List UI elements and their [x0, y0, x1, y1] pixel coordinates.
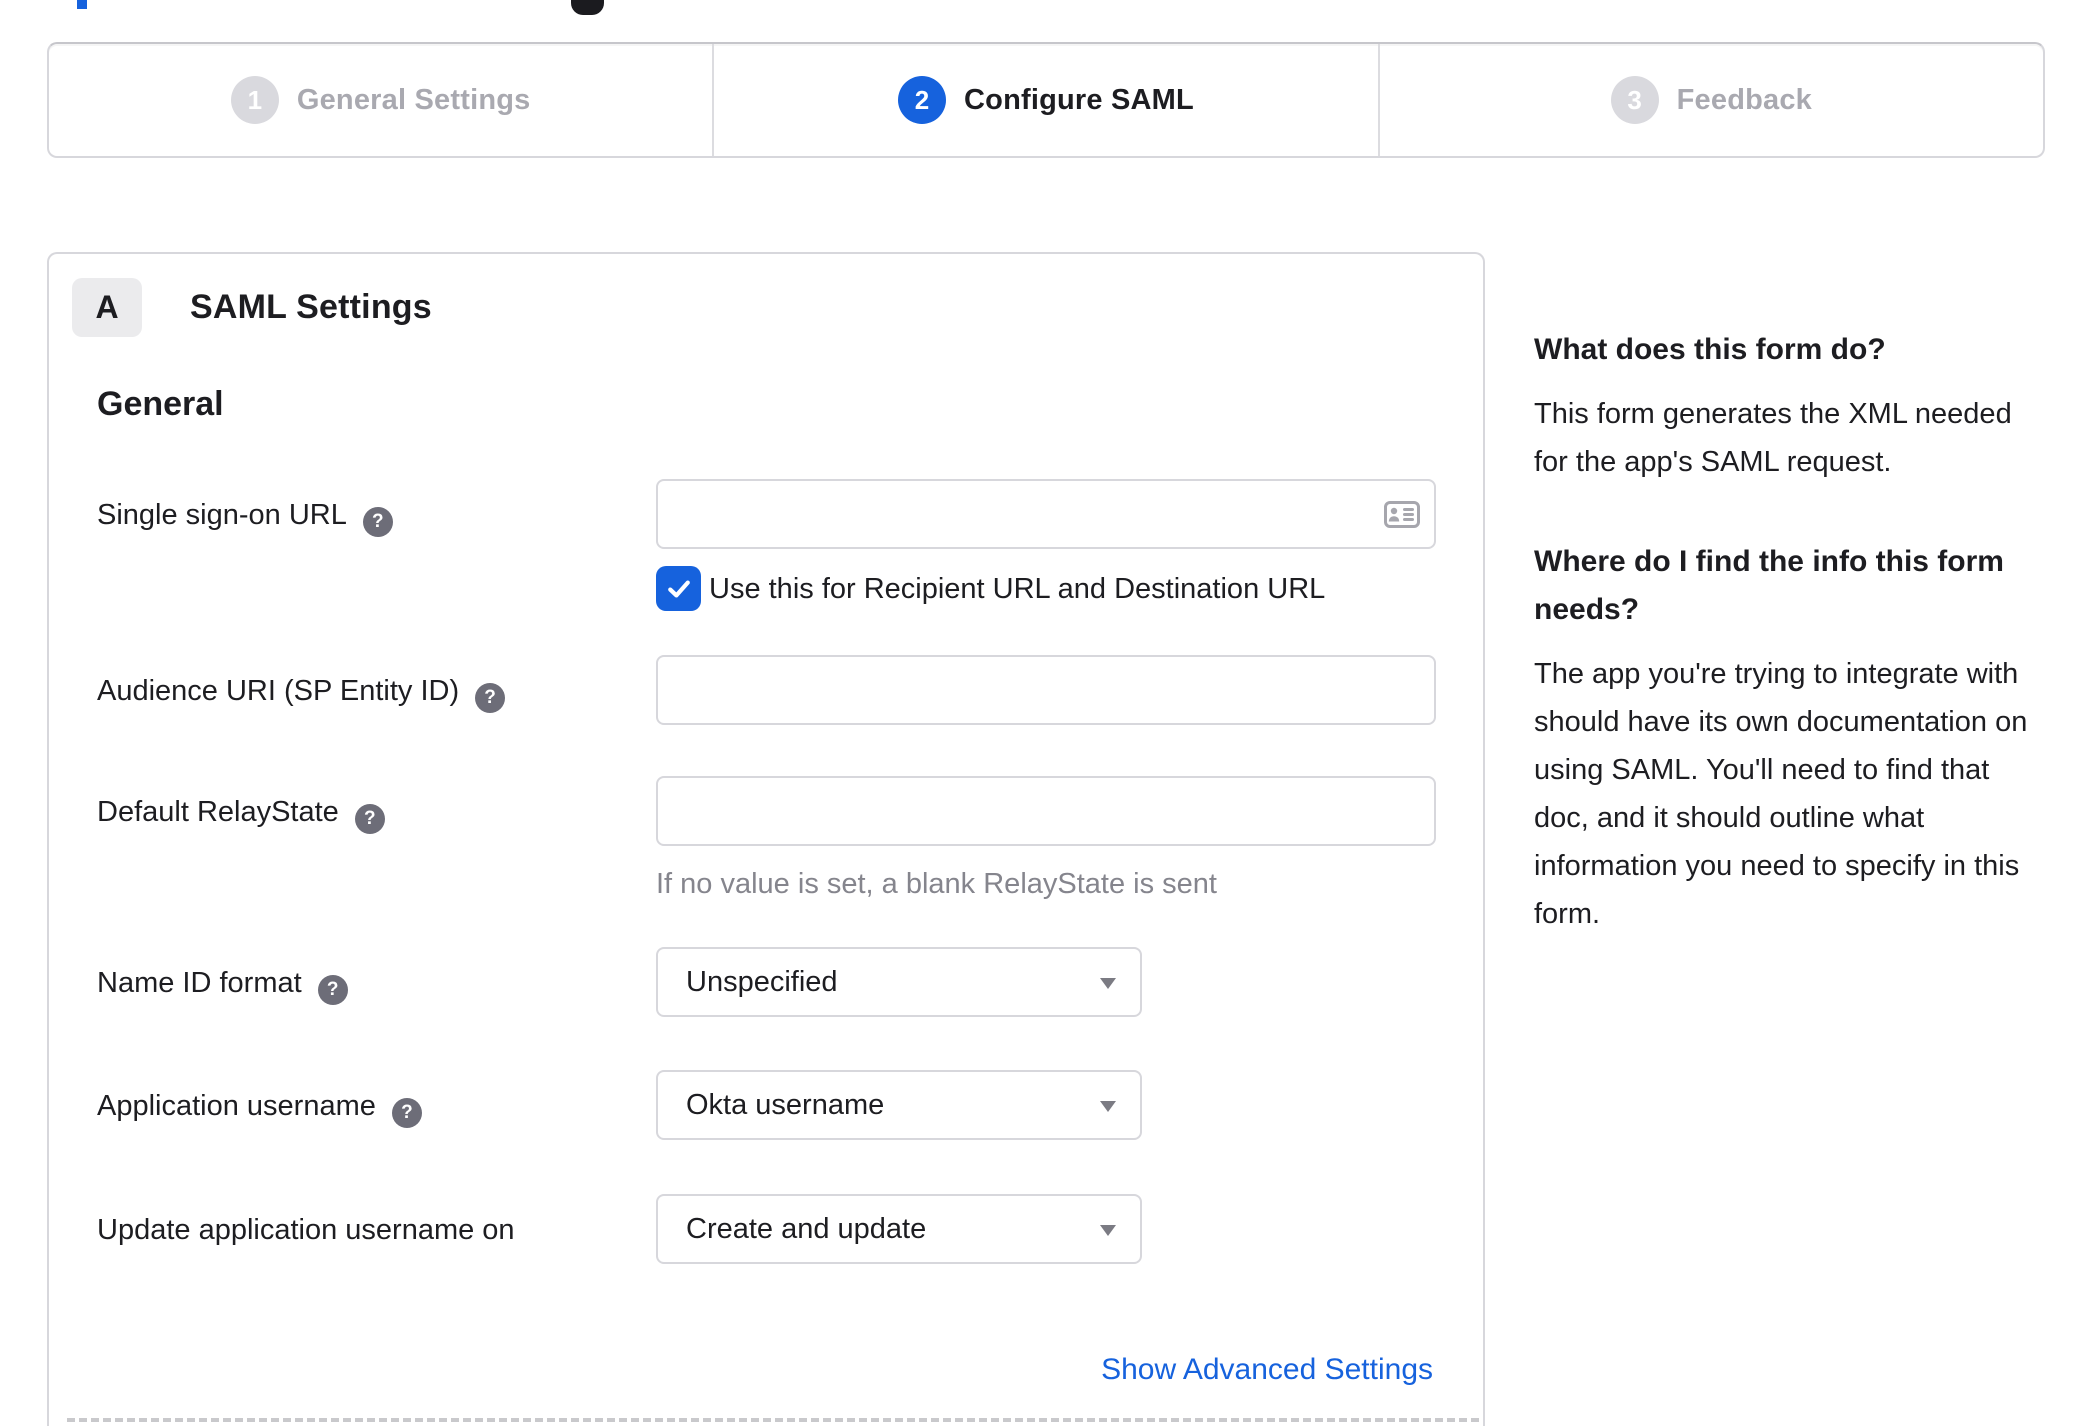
section-a-badge: A: [72, 278, 142, 337]
default-relaystate-control: [656, 776, 1436, 846]
help-icon[interactable]: ?: [475, 683, 506, 713]
help-heading-what: What does this form do?: [1534, 333, 1886, 366]
update-application-username-label: Update application username on: [97, 1214, 515, 1247]
default-relaystate-label: Default RelayState?: [97, 796, 385, 834]
chevron-down-icon: [1100, 978, 1116, 989]
application-username-select[interactable]: Okta username: [656, 1070, 1142, 1140]
help-icon[interactable]: ?: [362, 507, 393, 537]
name-id-format-select[interactable]: Unspecified: [656, 947, 1142, 1017]
select-value: Create and update: [686, 1212, 927, 1245]
wizard-stepper: 1 General Settings 2 Configure SAML 3 Fe…: [47, 42, 2045, 158]
contact-card-icon: [1384, 501, 1420, 528]
update-application-username-select[interactable]: Create and update: [656, 1194, 1142, 1264]
step-number-badge: 3: [1610, 76, 1659, 124]
step-number-badge: 1: [230, 76, 279, 124]
help-heading-where: Where do I find the info this form needs…: [1534, 545, 2004, 626]
label-text: Default RelayState: [97, 796, 339, 828]
configure-saml-page: 1 General Settings 2 Configure SAML 3 Fe…: [0, 0, 2092, 1426]
checkmark-icon: [667, 579, 690, 598]
default-relaystate-row: Default RelayState? If no value is set, …: [49, 776, 1483, 900]
label-text: Audience URI (SP Entity ID): [97, 675, 460, 707]
single-sign-on-url-row: Single sign-on URL?: [49, 479, 1483, 549]
page-title-fragment: [77, 0, 87, 9]
help-panel: What does this form do? This form genera…: [1534, 326, 2049, 990]
help-body-what: This form generates the XML needed for t…: [1534, 398, 2012, 478]
label-text: Application username: [97, 1090, 376, 1122]
help-icon[interactable]: ?: [391, 1098, 422, 1128]
label-text: Update application username on: [97, 1214, 515, 1246]
default-relaystate-input[interactable]: [656, 776, 1436, 846]
chevron-down-icon: [1100, 1101, 1116, 1112]
audience-uri-row: Audience URI (SP Entity ID)?: [49, 655, 1483, 725]
select-value: Okta username: [686, 1088, 885, 1121]
saml-settings-card: A SAML Settings General Single sign-on U…: [47, 252, 1485, 1426]
label-text: Name ID format: [97, 967, 302, 999]
logo-fragment: [571, 0, 604, 15]
step-configure-saml[interactable]: 2 Configure SAML: [712, 44, 1377, 156]
use-this-for-recipient-url-checkbox[interactable]: [656, 566, 701, 611]
chevron-down-icon: [1100, 1225, 1116, 1236]
audience-uri-label: Audience URI (SP Entity ID)?: [97, 675, 506, 713]
label-text: Single sign-on URL: [97, 499, 347, 531]
step-number-badge: 2: [898, 76, 947, 124]
audience-uri-input[interactable]: [656, 655, 1436, 725]
checkbox-label: Use this for Recipient URL and Destinati…: [709, 573, 1326, 605]
name-id-format-label: Name ID format?: [97, 967, 348, 1005]
single-sign-on-url-input[interactable]: [656, 479, 1436, 549]
help-body-where: The app you're trying to integrate with …: [1534, 658, 2028, 930]
select-value: Unspecified: [686, 965, 838, 998]
section-divider-dashed: [67, 1418, 1479, 1422]
saml-settings-header: A SAML Settings: [72, 278, 432, 337]
general-heading: General: [97, 385, 224, 423]
step-label: Feedback: [1676, 83, 1813, 116]
single-sign-on-url-label: Single sign-on URL?: [97, 499, 393, 537]
application-username-label: Application username?: [97, 1090, 422, 1128]
section-title: SAML Settings: [190, 288, 432, 326]
show-advanced-settings-link[interactable]: Show Advanced Settings: [1101, 1353, 1433, 1387]
step-label: General Settings: [296, 83, 531, 116]
single-sign-on-url-control: [656, 479, 1436, 549]
relaystate-helper-text: If no value is set, a blank RelayState i…: [656, 868, 1217, 900]
step-label: Configure SAML: [964, 83, 1194, 116]
step-feedback[interactable]: 3 Feedback: [1377, 44, 2043, 156]
help-icon[interactable]: ?: [317, 975, 348, 1005]
help-icon[interactable]: ?: [354, 804, 385, 834]
step-general-settings[interactable]: 1 General Settings: [49, 44, 712, 156]
audience-uri-control: [656, 655, 1436, 725]
